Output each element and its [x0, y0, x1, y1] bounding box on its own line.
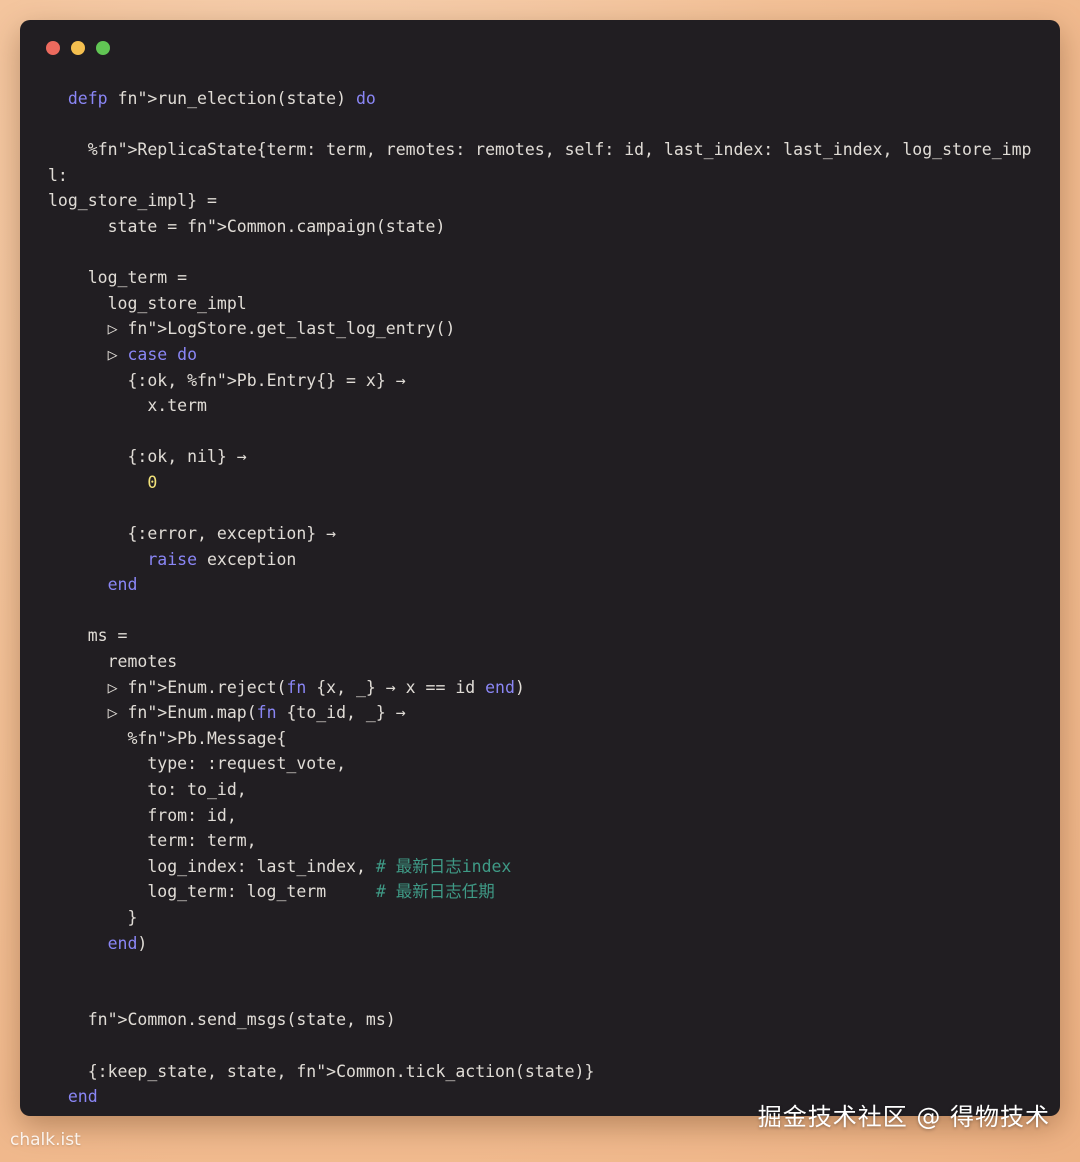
- code-line: 0: [147, 472, 158, 492]
- code-line: raise exception: [147, 549, 297, 569]
- code-line: log_term =: [48, 268, 188, 288]
- code-line: {:ok, %fn">Pb.Entry{} = x} →: [48, 370, 406, 390]
- code-line: state = fn">Common.campaign(state): [48, 216, 446, 236]
- code-line: ▷ fn">Enum.map(fn {to_id, _} →: [48, 703, 406, 723]
- code-line: term: term,: [48, 831, 257, 851]
- code-window: defp fn">run_election(state) do %fn">Rep…: [20, 20, 1060, 1116]
- code-line: defp fn">run_election(state) do: [67, 89, 376, 108]
- code-line: {:error, exception} →: [48, 524, 337, 544]
- code-line: remotes: [48, 652, 178, 672]
- code-line: {:ok, nil} →: [48, 447, 247, 467]
- watermark: 掘金技术社区 @ 得物技术: [757, 1103, 1050, 1131]
- code-line: ms =: [48, 626, 128, 646]
- code-line: }: [48, 908, 138, 927]
- code-line: ▷ case do: [48, 344, 198, 364]
- code-line: log_store_impl: [48, 293, 247, 313]
- window-controls: [46, 41, 110, 55]
- code-line: %fn">ReplicaState{term: term, remotes: r…: [48, 140, 1032, 185]
- code-line: ▷ fn">LogStore.get_last_log_entry(): [48, 319, 456, 339]
- code-line: fn">Common.send_msgs(state, ms): [87, 1010, 396, 1030]
- chalk-label: chalk.ist: [10, 1130, 81, 1150]
- code-line: x.term: [48, 396, 207, 416]
- close-button[interactable]: [46, 41, 60, 55]
- code-line: end: [107, 575, 138, 595]
- code-line: from: id,: [48, 805, 237, 825]
- code-line: to: to_id,: [48, 780, 247, 800]
- code-line: {:keep_state, state, fn">Common.tick_act…: [48, 1061, 595, 1081]
- code-line: log_term: log_term # 最新日志任期: [48, 882, 495, 902]
- code-block: defp fn">run_election(state) do %fn">Rep…: [48, 86, 1032, 1110]
- code-line: type: :request_vote,: [48, 754, 347, 774]
- code-line: %fn">Pb.Message{: [48, 728, 287, 748]
- zoom-button[interactable]: [96, 41, 110, 55]
- minimize-button[interactable]: [71, 41, 85, 55]
- code-line: ▷ fn">Enum.reject(fn {x, _} → x == id en…: [48, 677, 525, 697]
- code-line: end): [107, 933, 148, 953]
- code-line: log_index: last_index, # 最新日志index: [48, 856, 512, 876]
- code-line: log_store_impl} =: [48, 191, 217, 211]
